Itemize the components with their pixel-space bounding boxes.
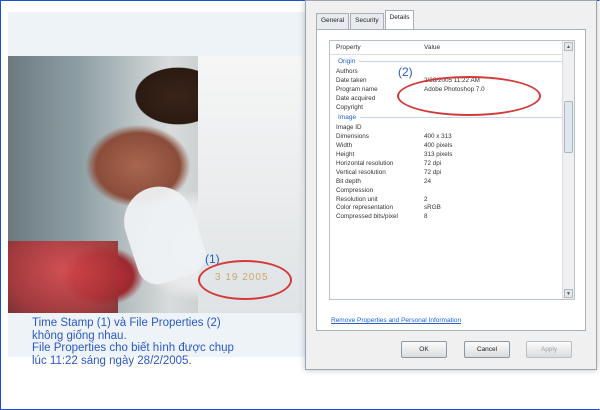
- list-item[interactable]: Color representation sRGB: [330, 203, 574, 212]
- scroll-up-icon[interactable]: ▲: [564, 42, 573, 51]
- dialog-button-bar: OK Cancel Apply: [306, 341, 596, 361]
- list-item[interactable]: Compression: [330, 186, 574, 195]
- property-name: Width: [336, 142, 353, 150]
- properties-dialog: General Security Details Property Value …: [305, 0, 597, 370]
- annotation-2-label: (2): [398, 65, 413, 79]
- ok-button[interactable]: OK: [401, 341, 447, 358]
- caption-line: Time Stamp (1) và File Properties (2): [32, 317, 221, 329]
- group-label: Image: [338, 113, 357, 121]
- scroll-thumb[interactable]: [564, 101, 573, 153]
- caption-line: File Properties cho biết hình được chụp: [32, 342, 234, 354]
- tab-security[interactable]: Security: [350, 13, 384, 30]
- column-header-value[interactable]: Value: [424, 44, 544, 51]
- property-name: Resolution unit: [336, 195, 378, 203]
- property-name: Height: [336, 151, 355, 159]
- list-item[interactable]: Dimensions 400 x 313: [330, 132, 574, 141]
- column-header-property[interactable]: Property: [330, 44, 424, 51]
- property-value: 24: [424, 177, 432, 185]
- caption: Time Stamp (1) và File Properties (2) kh…: [32, 317, 302, 367]
- cancel-button[interactable]: Cancel: [464, 341, 510, 358]
- vertical-scrollbar[interactable]: ▲ ▼: [562, 41, 574, 299]
- list-item[interactable]: Horizontal resolution 72 dpi: [330, 159, 574, 168]
- property-value: 72 dpi: [424, 168, 442, 176]
- list-item[interactable]: Width 400 pixels: [330, 141, 574, 150]
- red-circle-timestamp: [198, 260, 292, 300]
- property-name: Compressed bits/pixel: [336, 213, 398, 221]
- property-name: Horizontal resolution: [336, 159, 394, 167]
- list-header: Property Value: [330, 41, 574, 55]
- property-value: 400 x 313: [424, 133, 452, 141]
- property-name: Color representation: [336, 204, 394, 212]
- photo-shirt-area: [8, 241, 118, 313]
- remove-properties-link[interactable]: Remove Properties and Personal Informati…: [331, 317, 461, 324]
- caption-line: không giống nhau.: [32, 329, 127, 342]
- property-name: Dimensions: [336, 133, 369, 141]
- tab-details[interactable]: Details: [384, 10, 415, 30]
- list-item[interactable]: Image ID: [330, 123, 574, 132]
- photo-gloved-hand: [115, 177, 211, 290]
- property-name: Vertical resolution: [336, 168, 386, 176]
- property-value: 8: [424, 213, 428, 221]
- details-tab-page: Property Value Origin Authors Date taken…: [316, 29, 586, 331]
- list-item[interactable]: Height 313 pixels: [330, 150, 574, 159]
- property-value: sRGB: [424, 204, 441, 212]
- list-item[interactable]: Compressed bits/pixel 8: [330, 212, 574, 221]
- apply-button[interactable]: Apply: [526, 341, 572, 358]
- tab-general[interactable]: General: [316, 13, 350, 30]
- list-item[interactable]: Authors: [330, 67, 574, 76]
- group-header-origin: Origin: [330, 55, 574, 67]
- caption-line: lúc 11:22 sáng ngày 28/2/2005.: [32, 354, 192, 367]
- scroll-down-icon[interactable]: ▼: [564, 289, 573, 298]
- property-value: 313 pixels: [424, 151, 453, 159]
- tab-strip: General Security Details: [316, 10, 415, 30]
- property-value: 72 dpi: [424, 159, 442, 167]
- red-circle-properties: [397, 76, 541, 116]
- property-value: 400 pixels: [424, 142, 453, 150]
- property-name: Compression: [336, 186, 374, 194]
- group-label: Origin: [338, 57, 356, 65]
- property-name: Bit depth: [336, 177, 361, 185]
- list-item[interactable]: Resolution unit 2: [330, 195, 574, 204]
- list-item[interactable]: Bit depth 24: [330, 177, 574, 186]
- property-name: Image ID: [336, 124, 362, 132]
- property-value: 2: [424, 195, 428, 203]
- list-item[interactable]: Vertical resolution 72 dpi: [330, 168, 574, 177]
